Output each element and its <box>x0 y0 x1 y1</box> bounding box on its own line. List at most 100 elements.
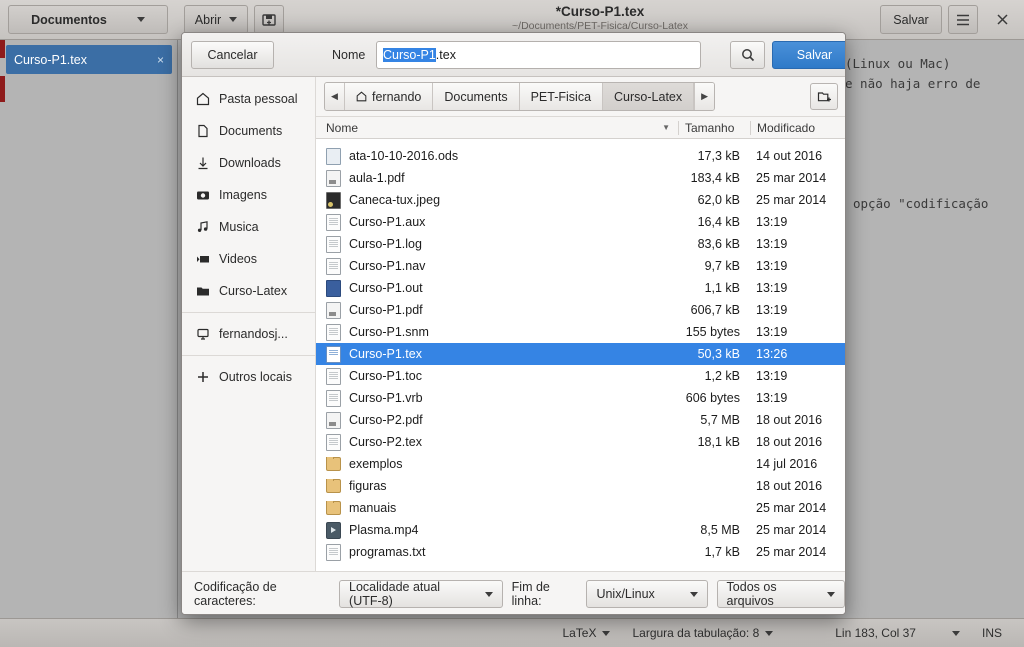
path-bar-row: ◀ fernando Documents PET-Fisica Curso-La… <box>316 77 845 117</box>
new-folder-button[interactable] <box>810 83 838 110</box>
places-sidebar: Pasta pessoal Documents Downloads Imagen… <box>182 77 316 571</box>
file-list[interactable]: ata-10-10-2016.ods 17,3 kB 14 out 2016 aula… <box>316 139 845 570</box>
file-row[interactable]: Caneca-tux.jpeg 62,0 kB 25 mar 2014 <box>316 189 845 211</box>
column-header-modified[interactable]: Modificado <box>750 120 845 135</box>
file-size-cell: 16,4 kB <box>697 215 740 229</box>
file-row[interactable]: figuras 18 out 2016 <box>316 475 845 497</box>
sidebar-item-videos[interactable]: Videos <box>182 243 315 275</box>
change-marker-bottom <box>0 76 5 102</box>
file-row[interactable]: ata-10-10-2016.ods 17,3 kB 14 out 2016 <box>316 145 845 167</box>
file-name-label: aula-1.pdf <box>349 171 405 185</box>
sidebar-item-curso-latex[interactable]: Curso-Latex <box>182 275 315 307</box>
search-button[interactable] <box>730 41 765 69</box>
file-filter-value: Todos os arquivos <box>726 580 777 608</box>
file-modified-cell: 13:19 <box>756 215 788 229</box>
save-file-dialog: Cancelar Nome Curso-P1 .tex Salvar Pasta… <box>181 32 846 615</box>
file-size-cell: 8,5 MB <box>700 523 740 537</box>
file-row[interactable]: exemplos 14 jul 2016 <box>316 453 845 475</box>
sidebar-item-musica[interactable]: Musica <box>182 211 315 243</box>
file-row[interactable]: Curso-P1.vrb 606 bytes 13:19 <box>316 387 845 409</box>
file-row[interactable]: Curso-P1.nav 9,7 kB 13:19 <box>316 255 845 277</box>
file-name-cell: Curso-P1.vrb <box>316 389 678 407</box>
page-title: *Curso-P1.tex <box>555 4 645 19</box>
file-name-label: exemplos <box>349 457 403 471</box>
sidebar-item-outros-locais[interactable]: Outros locais <box>182 361 315 393</box>
file-row[interactable]: programas.txt 1,7 kB 25 mar 2014 <box>316 541 845 563</box>
close-document-icon[interactable]: × <box>157 53 164 67</box>
file-name-label: Curso-P1.nav <box>349 259 426 273</box>
camera-icon <box>197 191 209 200</box>
column-header-size[interactable]: Tamanho <box>678 120 750 135</box>
download-icon <box>198 157 208 170</box>
cursor-position[interactable]: Lin 183, Col 37 <box>835 626 960 640</box>
file-row[interactable]: Curso-P2.tex 18,1 kB 18 out 2016 <box>316 431 845 453</box>
gedit-window: Documentos Abrir *Curso-P1.tex ~/Documen… <box>0 0 1024 647</box>
sidebar-item-imagens[interactable]: Imagens <box>182 179 315 211</box>
file-filter-select[interactable]: Todos os arquivos <box>716 580 845 608</box>
file-row[interactable]: aula-1.pdf 183,4 kB 25 mar 2014 <box>316 167 845 189</box>
change-marker-top <box>0 40 5 58</box>
file-name-cell: Curso-P1.pdf <box>316 301 678 319</box>
dialog-save-button[interactable]: Salvar <box>772 41 845 69</box>
breadcrumb-item-curso-latex[interactable]: Curso-Latex <box>603 83 695 110</box>
file-name-label: manuais <box>349 501 397 515</box>
breadcrumb-item-fernando[interactable]: fernando <box>345 83 434 110</box>
documents-button[interactable]: Documentos <box>8 5 168 34</box>
sidebar-item-fernandosj[interactable]: fernandosj... <box>182 318 315 350</box>
new-document-button[interactable] <box>254 5 284 34</box>
sidebar-item-documents[interactable]: Documents <box>182 115 315 147</box>
file-size-cell: 1,1 kB <box>704 281 740 295</box>
doc-file-icon <box>326 543 341 561</box>
tex-file-icon <box>326 345 341 363</box>
language-selector[interactable]: LaTeX <box>562 626 611 640</box>
file-row[interactable]: Curso-P1.log 83,6 kB 13:19 <box>316 233 845 255</box>
file-name-label: Curso-P1.vrb <box>349 391 423 405</box>
file-row[interactable]: Curso-P1.tex 50,3 kB 13:26 <box>316 343 845 365</box>
breadcrumb-item-pet-fisica[interactable]: PET-Fisica <box>519 83 604 110</box>
vid-file-icon <box>326 521 341 539</box>
file-row[interactable]: Curso-P1.snm 155 bytes 13:19 <box>316 321 845 343</box>
filename-input[interactable]: Curso-P1 .tex <box>376 41 701 69</box>
file-modified-cell: 13:19 <box>756 237 788 251</box>
home-icon <box>196 92 210 106</box>
file-modified-cell: 25 mar 2014 <box>756 545 827 559</box>
close-window-button[interactable] <box>988 5 1016 34</box>
cursor-position-label: Lin 183, Col 37 <box>835 626 916 640</box>
side-panel-document-item[interactable]: Curso-P1.tex × <box>6 45 172 74</box>
sidebar-item-downloads[interactable]: Downloads <box>182 147 315 179</box>
status-bar: LaTeX Largura da tabulação: 8 Lin 183, C… <box>0 618 1024 647</box>
file-row[interactable]: manuais 25 mar 2014 <box>316 497 845 519</box>
file-row[interactable]: Curso-P1.out 1,1 kB 13:19 <box>316 277 845 299</box>
pdf-file-icon <box>326 411 341 429</box>
line-ending-select[interactable]: Unix/Linux <box>586 580 708 608</box>
breadcrumb-next-button[interactable]: ▶ <box>694 83 715 110</box>
breadcrumb-prev-button[interactable]: ◀ <box>325 83 345 110</box>
breadcrumb-label: Documents <box>444 89 508 104</box>
file-size-cell: 1,7 kB <box>704 545 740 559</box>
file-row[interactable]: Curso-P1.aux 16,4 kB 13:19 <box>316 211 845 233</box>
new-folder-icon <box>817 91 831 101</box>
sidebar-item-label: Musica <box>219 220 259 234</box>
sidebar-item-pasta-pessoal[interactable]: Pasta pessoal <box>182 83 315 115</box>
file-name-cell: Curso-P1.out <box>316 279 678 297</box>
open-button[interactable]: Abrir <box>184 5 248 34</box>
file-row[interactable]: Curso-P1.toc 1,2 kB 13:19 <box>316 365 845 387</box>
out-file-icon <box>326 279 341 297</box>
file-name-label: Curso-P1.pdf <box>349 303 423 317</box>
file-modified-cell: 13:19 <box>756 281 788 295</box>
column-header-name[interactable]: Nome ▼ <box>316 121 678 135</box>
doc-file-icon <box>326 235 341 253</box>
tab-width-selector[interactable]: Largura da tabulação: 8 <box>632 626 774 640</box>
encoding-select[interactable]: Localidade atual (UTF-8) <box>339 580 503 608</box>
file-row[interactable]: Curso-P2.pdf 5,7 MB 18 out 2016 <box>316 409 845 431</box>
file-name-cell: aula-1.pdf <box>316 169 678 187</box>
menu-button[interactable] <box>948 5 978 34</box>
file-size-cell: 5,7 MB <box>700 413 740 427</box>
cancel-button[interactable]: Cancelar <box>191 41 274 69</box>
save-button[interactable]: Salvar <box>880 5 942 34</box>
file-row[interactable]: Curso-P1.pdf 606,7 kB 13:19 <box>316 299 845 321</box>
encoding-value: Localidade atual (UTF-8) <box>349 580 441 608</box>
breadcrumb-item-documents[interactable]: Documents <box>433 83 520 110</box>
file-row[interactable]: Plasma.mp4 8,5 MB 25 mar 2014 <box>316 519 845 541</box>
file-name-cell: Curso-P1.aux <box>316 213 678 231</box>
